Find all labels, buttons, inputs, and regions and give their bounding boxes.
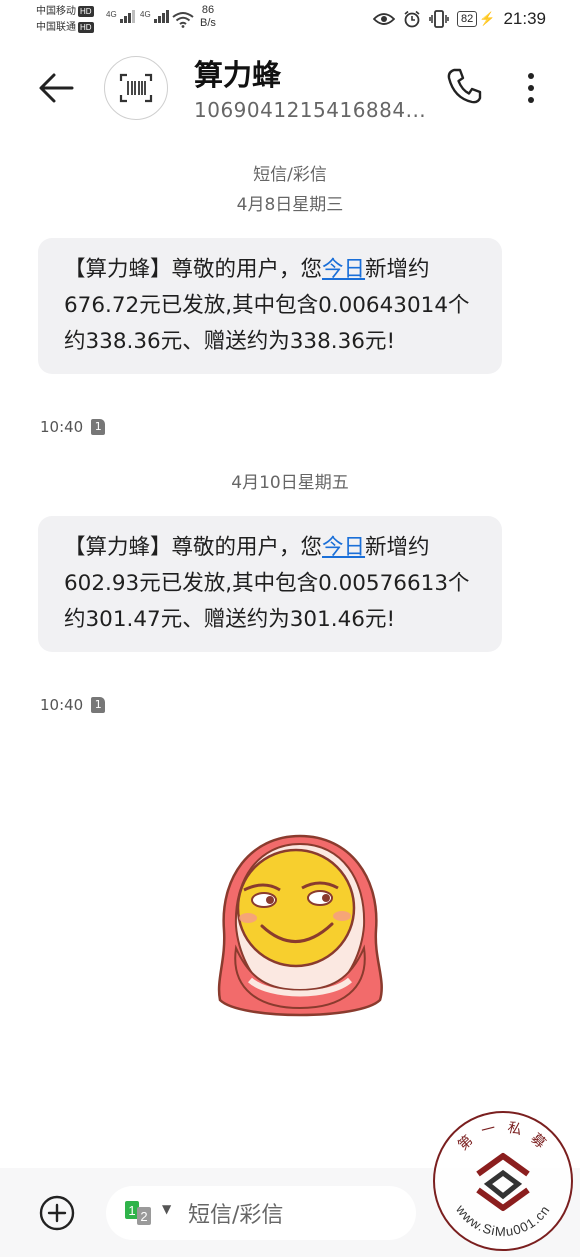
message-input[interactable]: 1 2 ▼ 短信/彩信 [106, 1186, 416, 1240]
message-bubble[interactable]: 【算力蜂】尊敬的用户，您今日新增约602.93元已发放,其中包含0.005766… [38, 516, 502, 652]
more-options-icon[interactable] [516, 68, 546, 108]
status-bar: 中国移动 HD 中国联通 HD 4G 4G 86 B/s 82 ⚡ 21:39 [0, 0, 580, 42]
contact-number: 1069041215416884... [194, 98, 427, 122]
charging-icon: ⚡ [479, 11, 496, 26]
message-timestamp: 10:40 1 [40, 696, 106, 714]
vibrate-icon [429, 10, 449, 28]
message-timestamp: 10:40 1 [40, 418, 106, 436]
hd-badge: HD [78, 6, 94, 17]
clock: 21:39 [503, 9, 546, 28]
avatar[interactable] [104, 56, 168, 120]
signal-icon: 4G [106, 10, 135, 23]
message-type-label: 短信/彩信 [253, 165, 327, 185]
smiley-blanket-sticker[interactable] [210, 830, 390, 1025]
sim-2-label: 2 [140, 1209, 147, 1224]
battery-indicator: 82 [457, 11, 478, 27]
date-link[interactable]: 今日 [322, 535, 365, 560]
dropdown-arrow-icon[interactable]: ▼ [162, 1202, 171, 1216]
eye-icon [373, 13, 396, 25]
sim-selector-icon[interactable]: 1 2 [124, 1200, 154, 1226]
carrier-2: 中国联通 [36, 22, 76, 33]
sim-card-icon: 1 [91, 697, 106, 713]
date-divider: 4月10日星期五 [231, 473, 349, 493]
date-divider: 4月8日星期三 [236, 195, 344, 215]
add-attachment-icon[interactable] [38, 1194, 76, 1232]
message-bubble[interactable]: 【算力蜂】尊敬的用户，您今日新增约676.72元已发放,其中包含0.006430… [38, 238, 502, 374]
sim-card-icon: 1 [91, 419, 106, 435]
net-speed: 86 B/s [200, 4, 216, 29]
hd-badge: HD [78, 22, 94, 33]
sim-1-label: 1 [128, 1203, 135, 1218]
contact-name: 算力蜂 [194, 58, 282, 92]
watermark-logo: 第 一 私 募 www.SiMu001.cn [433, 1111, 573, 1251]
carrier-labels: 中国移动 HD 中国联通 HD [36, 4, 94, 36]
phone-icon[interactable] [444, 66, 484, 106]
conversation-header: 算力蜂 1069041215416884... [0, 42, 580, 132]
wifi-icon [172, 12, 194, 28]
date-link[interactable]: 今日 [322, 257, 365, 282]
barcode-icon [119, 73, 153, 103]
carrier-1: 中国移动 [36, 6, 76, 17]
back-arrow-icon[interactable] [36, 66, 80, 110]
alarm-icon [404, 10, 420, 28]
signal-icon: 4G [140, 10, 169, 23]
message-placeholder: 短信/彩信 [188, 1203, 284, 1228]
